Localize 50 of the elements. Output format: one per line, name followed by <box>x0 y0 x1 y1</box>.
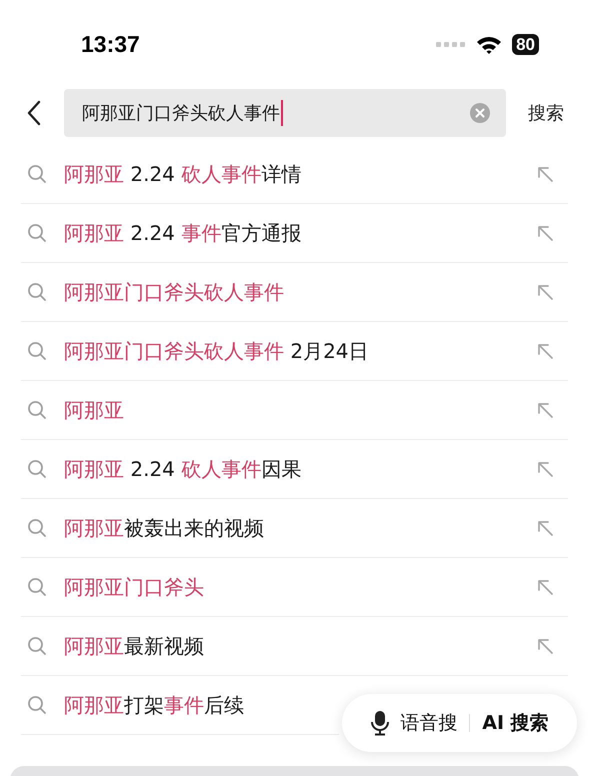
search-button[interactable]: 搜索 <box>528 101 564 125</box>
suggestion-item[interactable]: 阿那亚门口斧头砍人事件 2月24日 <box>21 322 568 381</box>
signal-icon <box>436 41 466 47</box>
search-field[interactable]: 阿那亚门口斧头砍人事件 <box>64 89 506 137</box>
suggestion-text: 阿那亚门口斧头砍人事件 <box>64 278 284 306</box>
search-icon <box>27 164 47 184</box>
search-icon <box>27 695 47 715</box>
suggestion-text: 阿那亚 2.24 砍人事件因果 <box>64 456 302 482</box>
fill-in-arrow-icon[interactable] <box>536 637 554 655</box>
suggestion-item[interactable]: 阿那亚门口斧头 <box>21 558 568 617</box>
suggestion-text: 阿那亚最新视频 <box>64 632 204 660</box>
fill-in-arrow-icon[interactable] <box>536 578 554 596</box>
suggestion-item[interactable]: 阿那亚 2.24 砍人事件详情 <box>21 145 568 204</box>
suggestion-item[interactable]: 阿那亚 2.24 砍人事件因果 <box>21 440 568 499</box>
search-icon <box>27 341 47 361</box>
search-icon <box>27 400 47 420</box>
search-icon <box>27 518 47 538</box>
voice-search-button[interactable]: 语音搜 <box>370 710 458 736</box>
fill-in-arrow-icon[interactable] <box>536 165 554 183</box>
suggestion-item[interactable]: 阿那亚门口斧头砍人事件 <box>21 263 568 322</box>
search-icon <box>27 636 47 656</box>
suggestion-text: 阿那亚打架事件后续 <box>64 692 244 718</box>
ai-search-button[interactable]: AI 搜索 <box>482 710 549 736</box>
fill-in-arrow-icon[interactable] <box>536 224 554 242</box>
search-icon <box>27 577 47 597</box>
back-icon[interactable] <box>26 100 42 126</box>
battery-level: 80 <box>512 34 539 54</box>
suggestion-item[interactable]: 阿那亚被轰出来的视频 <box>21 499 568 558</box>
suggestion-text: 阿那亚门口斧头砍人事件 2月24日 <box>64 338 369 364</box>
suggestion-item[interactable]: 阿那亚 <box>21 381 568 440</box>
suggestion-item[interactable]: 阿那亚打架事件后续 <box>21 676 339 735</box>
search-icon <box>27 459 47 479</box>
suggestion-text: 阿那亚门口斧头 <box>64 574 204 600</box>
suggestion-text: 阿那亚 2.24 砍人事件详情 <box>64 160 302 188</box>
fill-in-arrow-icon[interactable] <box>536 519 554 537</box>
suggestion-text: 阿那亚 <box>64 396 124 424</box>
fill-in-arrow-icon[interactable] <box>536 460 554 478</box>
status-time: 13:37 <box>81 30 140 58</box>
suggestion-text: 阿那亚被轰出来的视频 <box>64 514 264 542</box>
suggestion-text: 阿那亚 2.24 事件官方通报 <box>64 220 302 246</box>
search-icon <box>27 282 47 302</box>
suggestion-item[interactable]: 阿那亚 2.24 事件官方通报 <box>21 204 568 263</box>
fill-in-arrow-icon[interactable] <box>536 283 554 301</box>
fill-in-arrow-icon[interactable] <box>536 401 554 419</box>
clear-icon[interactable] <box>470 103 490 123</box>
microphone-icon <box>370 710 390 736</box>
suggestion-item[interactable]: 阿那亚最新视频 <box>21 617 568 676</box>
search-icon <box>27 223 47 243</box>
wifi-icon <box>476 34 502 54</box>
fill-in-arrow-icon[interactable] <box>536 342 554 360</box>
